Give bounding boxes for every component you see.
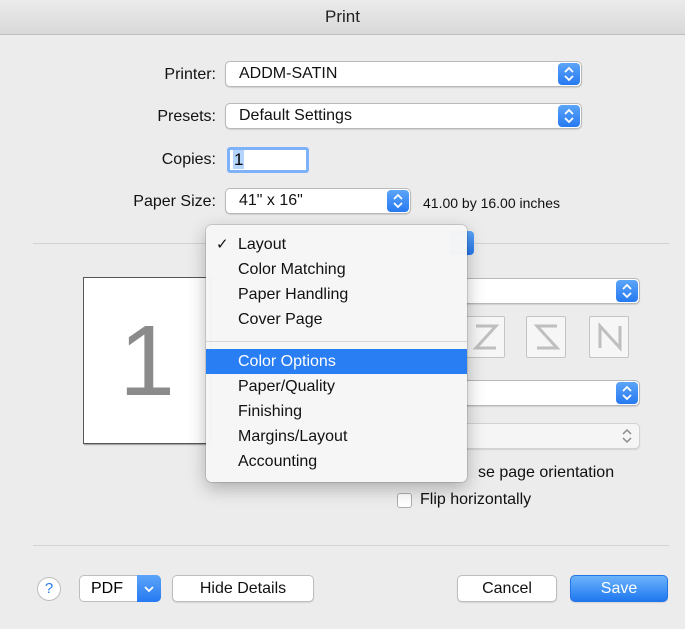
checkmark-icon: ✓ bbox=[216, 236, 229, 253]
copies-value: 1 bbox=[233, 150, 245, 169]
presets-value: Default Settings bbox=[239, 107, 352, 124]
printer-select[interactable]: ADDM-SATIN bbox=[225, 61, 582, 87]
help-icon[interactable]: ? bbox=[37, 577, 61, 601]
reverse-orientation-label: se page orientation bbox=[478, 464, 615, 481]
menu-item-layout[interactable]: ✓ Layout bbox=[206, 232, 467, 257]
menu-item-label: Finishing bbox=[238, 403, 303, 420]
paper-size-select[interactable]: 41" x 16" bbox=[225, 188, 411, 214]
menu-item-label: Cover Page bbox=[238, 311, 323, 328]
menu-item-cover-page[interactable]: Cover Page bbox=[206, 307, 467, 332]
copies-label: Copies: bbox=[161, 151, 216, 168]
menu-item-label: Color Options bbox=[238, 353, 336, 370]
presets-label: Presets: bbox=[157, 108, 216, 125]
copies-field[interactable]: 1 bbox=[227, 147, 309, 173]
hide-details-button[interactable]: Hide Details bbox=[172, 575, 314, 602]
page-preview: 1 bbox=[83, 277, 211, 444]
menu-item-label: Layout bbox=[238, 236, 287, 253]
menu-item-label: Paper Handling bbox=[238, 286, 349, 303]
menu-item-label: Color Matching bbox=[238, 261, 346, 278]
updown-arrows-icon bbox=[558, 63, 580, 85]
layout-direction-n-icon[interactable] bbox=[589, 316, 629, 358]
updown-arrows-icon bbox=[616, 280, 638, 302]
menu-item-color-matching[interactable]: Color Matching bbox=[206, 257, 467, 282]
paper-size-label: Paper Size: bbox=[133, 193, 216, 210]
chevron-down-icon bbox=[137, 575, 161, 602]
save-button[interactable]: Save bbox=[570, 575, 668, 602]
paper-dimensions: 41.00 by 16.00 inches bbox=[423, 195, 560, 211]
flip-horizontally-checkbox[interactable] bbox=[397, 493, 412, 508]
printer-label: Printer: bbox=[164, 66, 216, 83]
flip-horizontally-label: Flip horizontally bbox=[420, 491, 532, 508]
updown-arrows-icon bbox=[387, 190, 409, 212]
page-preview-number: 1 bbox=[119, 305, 175, 417]
menu-item-paper-quality[interactable]: Paper/Quality bbox=[206, 374, 467, 399]
menu-item-paper-handling[interactable]: Paper Handling bbox=[206, 282, 467, 307]
pdf-label: PDF bbox=[91, 580, 123, 597]
paper-size-value: 41" x 16" bbox=[239, 192, 303, 209]
printer-value: ADDM-SATIN bbox=[239, 65, 338, 82]
menu-item-label: Margins/Layout bbox=[238, 428, 348, 445]
section-dropdown-menu: ✓ Layout Color Matching Paper Handling C… bbox=[206, 225, 467, 482]
updown-arrows-icon bbox=[558, 105, 580, 127]
window-title: Print bbox=[0, 0, 685, 35]
layout-direction-s-icon[interactable] bbox=[526, 316, 566, 358]
footer-separator bbox=[33, 545, 669, 546]
updown-arrows-icon bbox=[616, 382, 638, 404]
pdf-menu-button[interactable]: PDF bbox=[79, 575, 161, 602]
layout-direction-z-icon[interactable] bbox=[465, 316, 505, 358]
menu-item-margins-layout[interactable]: Margins/Layout bbox=[206, 424, 467, 449]
menu-item-finishing[interactable]: Finishing bbox=[206, 399, 467, 424]
updown-arrows-icon bbox=[616, 425, 638, 447]
menu-item-label: Accounting bbox=[238, 453, 318, 470]
presets-select[interactable]: Default Settings bbox=[225, 103, 582, 129]
cancel-button[interactable]: Cancel bbox=[457, 575, 557, 602]
menu-item-label: Paper/Quality bbox=[238, 378, 335, 395]
menu-separator bbox=[206, 341, 467, 342]
menu-item-color-options[interactable]: Color Options bbox=[206, 349, 467, 374]
menu-item-accounting[interactable]: Accounting bbox=[206, 449, 467, 474]
